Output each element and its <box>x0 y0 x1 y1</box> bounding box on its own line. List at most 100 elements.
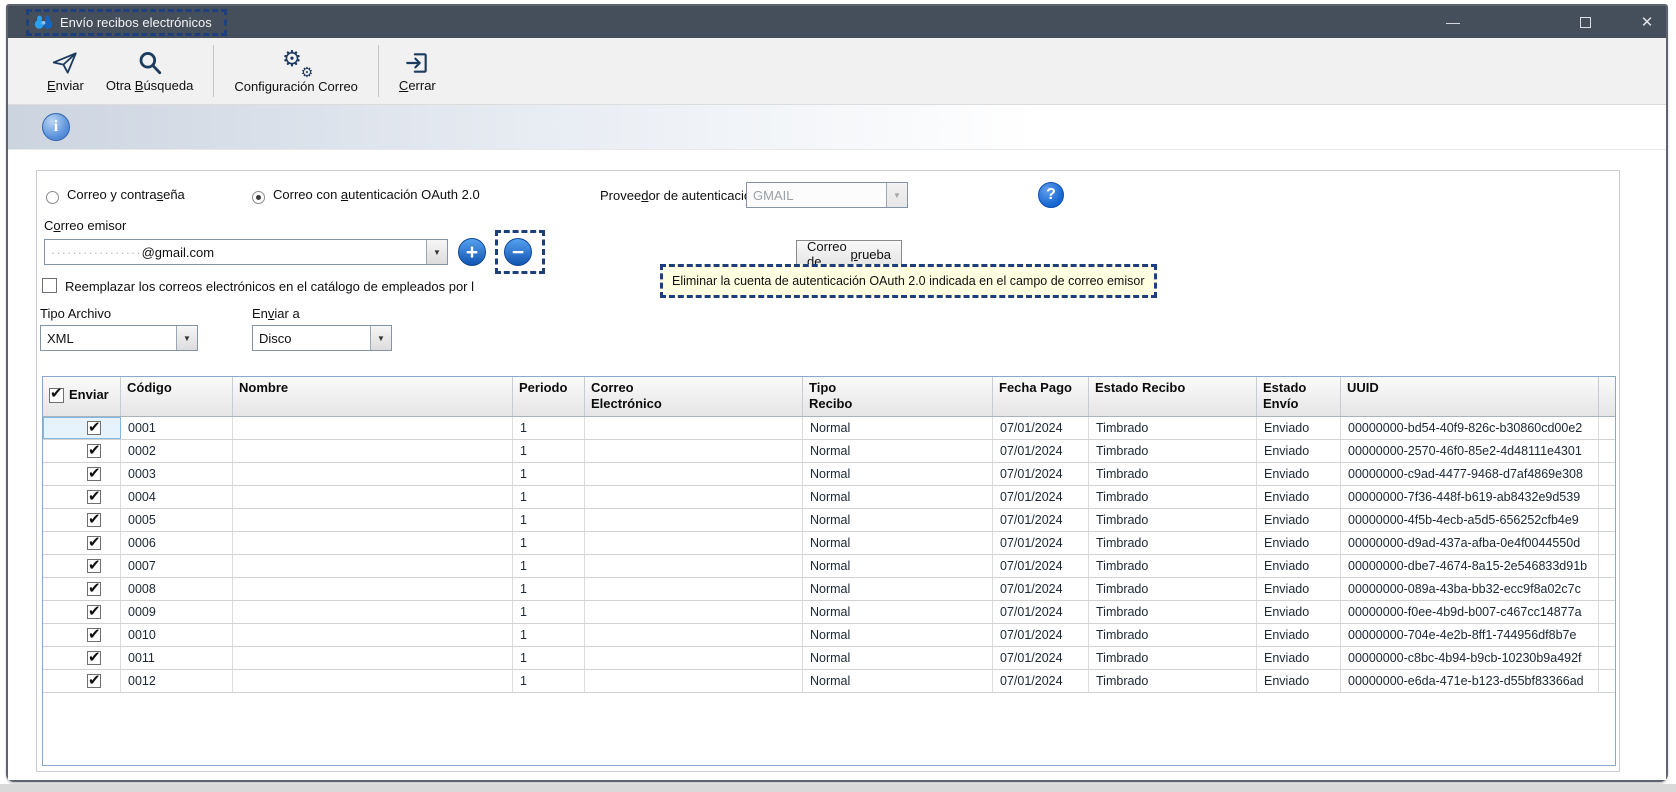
row-tipo-recibo-cell[interactable]: Normal <box>803 417 993 439</box>
row-fecha-pago-cell[interactable]: 07/01/2024 <box>993 486 1089 508</box>
row-correo-cell[interactable] <box>585 601 803 623</box>
row-estado-recibo-cell[interactable]: Timbrado <box>1089 486 1257 508</box>
row-enviar-cell[interactable] <box>43 555 121 577</box>
row-nombre-cell[interactable] <box>233 578 513 600</box>
table-row[interactable]: 0004 1 Normal 07/01/2024 Timbrado Enviad… <box>43 486 1615 509</box>
replace-emails-checkbox[interactable] <box>42 278 57 293</box>
table-row[interactable]: 0007 1 Normal 07/01/2024 Timbrado Enviad… <box>43 555 1615 578</box>
toolbar-cerrar-button[interactable]: Cerrar <box>388 38 447 104</box>
row-nombre-cell[interactable] <box>233 624 513 646</box>
table-row[interactable]: 0012 1 Normal 07/01/2024 Timbrado Enviad… <box>43 670 1615 693</box>
row-estado-recibo-cell[interactable]: Timbrado <box>1089 670 1257 692</box>
row-uuid-cell[interactable]: 00000000-c8bc-4b94-b9cb-10230b9a492f <box>1341 647 1599 669</box>
row-nombre-cell[interactable] <box>233 509 513 531</box>
row-periodo-cell[interactable]: 1 <box>513 440 585 462</box>
row-correo-cell[interactable] <box>585 417 803 439</box>
row-periodo-cell[interactable]: 1 <box>513 486 585 508</box>
row-enviar-checkbox[interactable] <box>87 651 101 665</box>
row-uuid-cell[interactable]: 00000000-e6da-471e-b123-d55bf83366ad <box>1341 670 1599 692</box>
row-estado-recibo-cell[interactable]: Timbrado <box>1089 647 1257 669</box>
row-uuid-cell[interactable]: 00000000-f0ee-4b9d-b007-c467cc14877a <box>1341 601 1599 623</box>
row-codigo-cell[interactable]: 0009 <box>121 601 233 623</box>
row-periodo-cell[interactable]: 1 <box>513 555 585 577</box>
row-uuid-cell[interactable]: 00000000-7f36-448f-b619-ab8432e9d539 <box>1341 486 1599 508</box>
row-estado-envio-cell[interactable]: Enviado <box>1257 417 1341 439</box>
row-fecha-pago-cell[interactable]: 07/01/2024 <box>993 509 1089 531</box>
row-estado-recibo-cell[interactable]: Timbrado <box>1089 440 1257 462</box>
info-icon[interactable]: i <box>42 113 70 141</box>
row-enviar-checkbox[interactable] <box>87 513 101 527</box>
row-enviar-cell[interactable] <box>43 670 121 692</box>
row-fecha-pago-cell[interactable]: 07/01/2024 <box>993 440 1089 462</box>
help-icon[interactable]: ? <box>1038 182 1064 208</box>
row-enviar-cell[interactable] <box>43 647 121 669</box>
row-periodo-cell[interactable]: 1 <box>513 670 585 692</box>
row-estado-envio-cell[interactable]: Enviado <box>1257 555 1341 577</box>
toolbar-otra-busqueda-button[interactable]: Otra Búsqueda <box>95 38 204 104</box>
select-all-checkbox[interactable] <box>49 388 64 403</box>
radio-correo-oauth[interactable] <box>252 191 265 204</box>
row-fecha-pago-cell[interactable]: 07/01/2024 <box>993 532 1089 554</box>
row-estado-recibo-cell[interactable]: Timbrado <box>1089 417 1257 439</box>
radio-correo-contrasena-label[interactable]: Correo y contraseña <box>67 187 185 202</box>
row-nombre-cell[interactable] <box>233 532 513 554</box>
row-codigo-cell[interactable]: 0010 <box>121 624 233 646</box>
row-periodo-cell[interactable]: 1 <box>513 578 585 600</box>
row-enviar-checkbox[interactable] <box>87 536 101 550</box>
row-uuid-cell[interactable]: 00000000-dbe7-4674-8a15-2e546833d91b <box>1341 555 1599 577</box>
tipo-archivo-combobox[interactable]: XML ▼ <box>40 325 198 351</box>
row-correo-cell[interactable] <box>585 463 803 485</box>
row-nombre-cell[interactable] <box>233 670 513 692</box>
table-row[interactable]: 0005 1 Normal 07/01/2024 Timbrado Enviad… <box>43 509 1615 532</box>
row-fecha-pago-cell[interactable]: 07/01/2024 <box>993 555 1089 577</box>
row-periodo-cell[interactable]: 1 <box>513 624 585 646</box>
row-correo-cell[interactable] <box>585 555 803 577</box>
row-codigo-cell[interactable]: 0008 <box>121 578 233 600</box>
row-nombre-cell[interactable] <box>233 601 513 623</box>
maximize-button[interactable] <box>1568 6 1602 38</box>
table-row[interactable]: 0011 1 Normal 07/01/2024 Timbrado Enviad… <box>43 647 1615 670</box>
row-uuid-cell[interactable]: 00000000-089a-43ba-bb32-ecc9f8a02c7c <box>1341 578 1599 600</box>
table-row[interactable]: 0002 1 Normal 07/01/2024 Timbrado Enviad… <box>43 440 1615 463</box>
row-enviar-checkbox[interactable] <box>87 605 101 619</box>
chevron-down-icon[interactable]: ▼ <box>176 326 197 350</box>
sender-email-combobox[interactable]: ·················@gmail.com ▼ <box>44 239 448 265</box>
row-enviar-cell[interactable] <box>43 417 121 439</box>
add-account-button[interactable]: + <box>458 238 486 266</box>
row-fecha-pago-cell[interactable]: 07/01/2024 <box>993 670 1089 692</box>
row-estado-envio-cell[interactable]: Enviado <box>1257 624 1341 646</box>
row-nombre-cell[interactable] <box>233 555 513 577</box>
row-correo-cell[interactable] <box>585 532 803 554</box>
row-fecha-pago-cell[interactable]: 07/01/2024 <box>993 647 1089 669</box>
row-enviar-cell[interactable] <box>43 463 121 485</box>
row-tipo-recibo-cell[interactable]: Normal <box>803 463 993 485</box>
row-estado-envio-cell[interactable]: Enviado <box>1257 578 1341 600</box>
table-row[interactable]: 0010 1 Normal 07/01/2024 Timbrado Enviad… <box>43 624 1615 647</box>
minimize-button[interactable]: — <box>1436 6 1470 38</box>
radio-correo-contrasena[interactable] <box>46 191 59 204</box>
row-estado-envio-cell[interactable]: Enviado <box>1257 509 1341 531</box>
row-tipo-recibo-cell[interactable]: Normal <box>803 647 993 669</box>
row-estado-envio-cell[interactable]: Enviado <box>1257 486 1341 508</box>
row-estado-recibo-cell[interactable]: Timbrado <box>1089 532 1257 554</box>
row-codigo-cell[interactable]: 0002 <box>121 440 233 462</box>
row-periodo-cell[interactable]: 1 <box>513 417 585 439</box>
chevron-down-icon[interactable]: ▼ <box>426 240 447 264</box>
toolbar-enviar-button[interactable]: Enviar <box>36 38 95 104</box>
row-enviar-cell[interactable] <box>43 624 121 646</box>
row-fecha-pago-cell[interactable]: 07/01/2024 <box>993 463 1089 485</box>
row-nombre-cell[interactable] <box>233 486 513 508</box>
row-estado-recibo-cell[interactable]: Timbrado <box>1089 463 1257 485</box>
row-tipo-recibo-cell[interactable]: Normal <box>803 601 993 623</box>
row-enviar-cell[interactable] <box>43 601 121 623</box>
row-enviar-checkbox[interactable] <box>87 444 101 458</box>
row-codigo-cell[interactable]: 0011 <box>121 647 233 669</box>
row-tipo-recibo-cell[interactable]: Normal <box>803 440 993 462</box>
row-estado-recibo-cell[interactable]: Timbrado <box>1089 624 1257 646</box>
row-tipo-recibo-cell[interactable]: Normal <box>803 555 993 577</box>
row-tipo-recibo-cell[interactable]: Normal <box>803 670 993 692</box>
row-estado-recibo-cell[interactable]: Timbrado <box>1089 509 1257 531</box>
row-fecha-pago-cell[interactable]: 07/01/2024 <box>993 624 1089 646</box>
table-row[interactable]: 0006 1 Normal 07/01/2024 Timbrado Enviad… <box>43 532 1615 555</box>
table-row[interactable]: 0001 1 Normal 07/01/2024 Timbrado Enviad… <box>43 417 1615 440</box>
